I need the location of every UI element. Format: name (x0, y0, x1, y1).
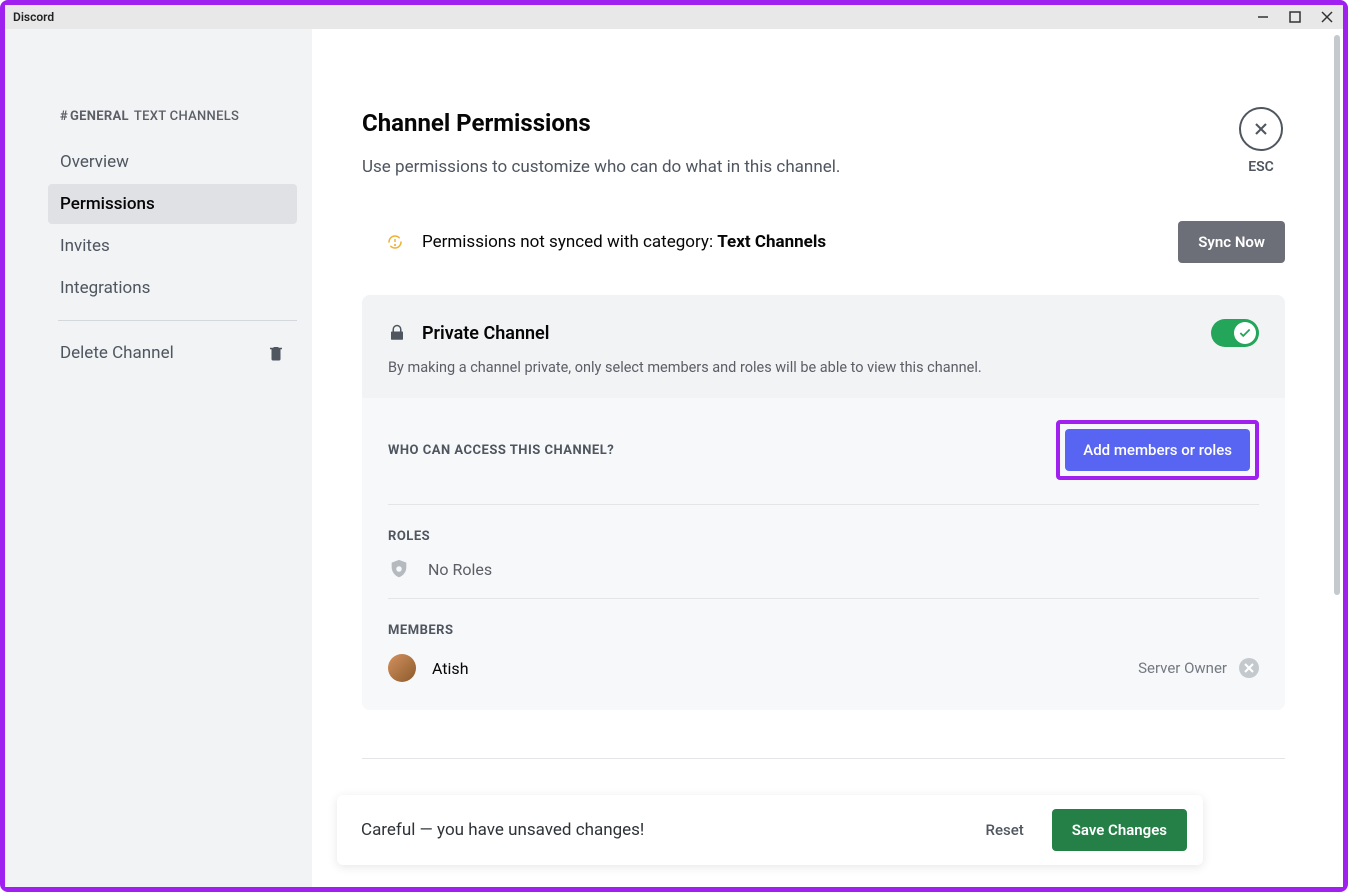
nav-delete-channel[interactable]: Delete Channel (48, 333, 297, 373)
private-channel-description: By making a channel private, only select… (388, 359, 1259, 376)
sync-text: Permissions not synced with category: Te… (422, 232, 826, 252)
sync-category: Text Channels (717, 232, 826, 252)
save-changes-button[interactable]: Save Changes (1052, 809, 1187, 851)
member-role-label: Server Owner (1138, 659, 1227, 677)
page-title: Channel Permissions (362, 109, 1285, 137)
nav-overview[interactable]: Overview (48, 142, 297, 182)
permissions-card: Private Channel By making a channel priv… (362, 295, 1285, 710)
add-members-roles-button[interactable]: Add members or roles (1065, 429, 1250, 471)
scrollbar[interactable] (1334, 35, 1340, 881)
window-maximize-button[interactable] (1287, 9, 1303, 25)
window-minimize-button[interactable] (1255, 9, 1271, 25)
lock-icon (388, 324, 406, 342)
warning-icon (386, 233, 404, 251)
unsaved-message: Careful — you have unsaved changes! (361, 820, 644, 840)
divider (388, 598, 1259, 599)
nav-divider (58, 320, 297, 321)
shield-icon (388, 558, 410, 580)
member-row: Atish Server Owner (388, 654, 1259, 682)
delete-channel-label: Delete Channel (60, 343, 174, 363)
scrollbar-thumb[interactable] (1334, 35, 1340, 595)
member-avatar[interactable] (388, 654, 416, 682)
sync-prefix: Permissions not synced with category: (422, 232, 717, 252)
channel-name: GENERAL (70, 109, 129, 124)
page-subtitle: Use permissions to customize who can do … (362, 157, 1285, 177)
sync-now-button[interactable]: Sync Now (1178, 221, 1285, 263)
channel-category-label: TEXT CHANNELS (134, 109, 239, 124)
unsaved-changes-bar: Careful — you have unsaved changes! Rese… (337, 795, 1203, 865)
private-channel-toggle[interactable] (1211, 319, 1259, 347)
nav-invites[interactable]: Invites (48, 226, 297, 266)
page-divider (362, 758, 1285, 759)
nav-permissions[interactable]: Permissions (48, 184, 297, 224)
settings-sidebar: # GENERAL TEXT CHANNELS Overview Permiss… (5, 29, 312, 887)
members-heading: MEMBERS (388, 623, 1259, 638)
check-icon (1238, 326, 1252, 340)
member-name: Atish (432, 659, 469, 678)
trash-icon (267, 344, 285, 362)
roles-heading: ROLES (388, 529, 1259, 544)
add-button-highlight: Add members or roles (1056, 420, 1259, 480)
window-titlebar: Discord (5, 5, 1343, 29)
divider (388, 504, 1259, 505)
reset-button[interactable]: Reset (970, 811, 1040, 849)
access-heading: WHO CAN ACCESS THIS CHANNEL? (388, 443, 614, 458)
remove-member-button[interactable] (1239, 658, 1259, 678)
close-icon (1244, 663, 1254, 673)
hash-icon: # (60, 109, 68, 124)
nav-integrations[interactable]: Integrations (48, 268, 297, 308)
window-title: Discord (13, 10, 54, 24)
esc-label: ESC (1248, 159, 1274, 175)
channel-header: # GENERAL TEXT CHANNELS (60, 109, 297, 124)
main-content: ESC Channel Permissions Use permissions … (312, 29, 1343, 887)
private-channel-title: Private Channel (422, 323, 549, 344)
sync-bar: Permissions not synced with category: Te… (386, 221, 1285, 263)
close-settings-button[interactable]: ESC (1239, 107, 1283, 175)
close-icon (1251, 119, 1271, 139)
no-roles-text: No Roles (428, 560, 492, 579)
window-close-button[interactable] (1319, 9, 1335, 25)
